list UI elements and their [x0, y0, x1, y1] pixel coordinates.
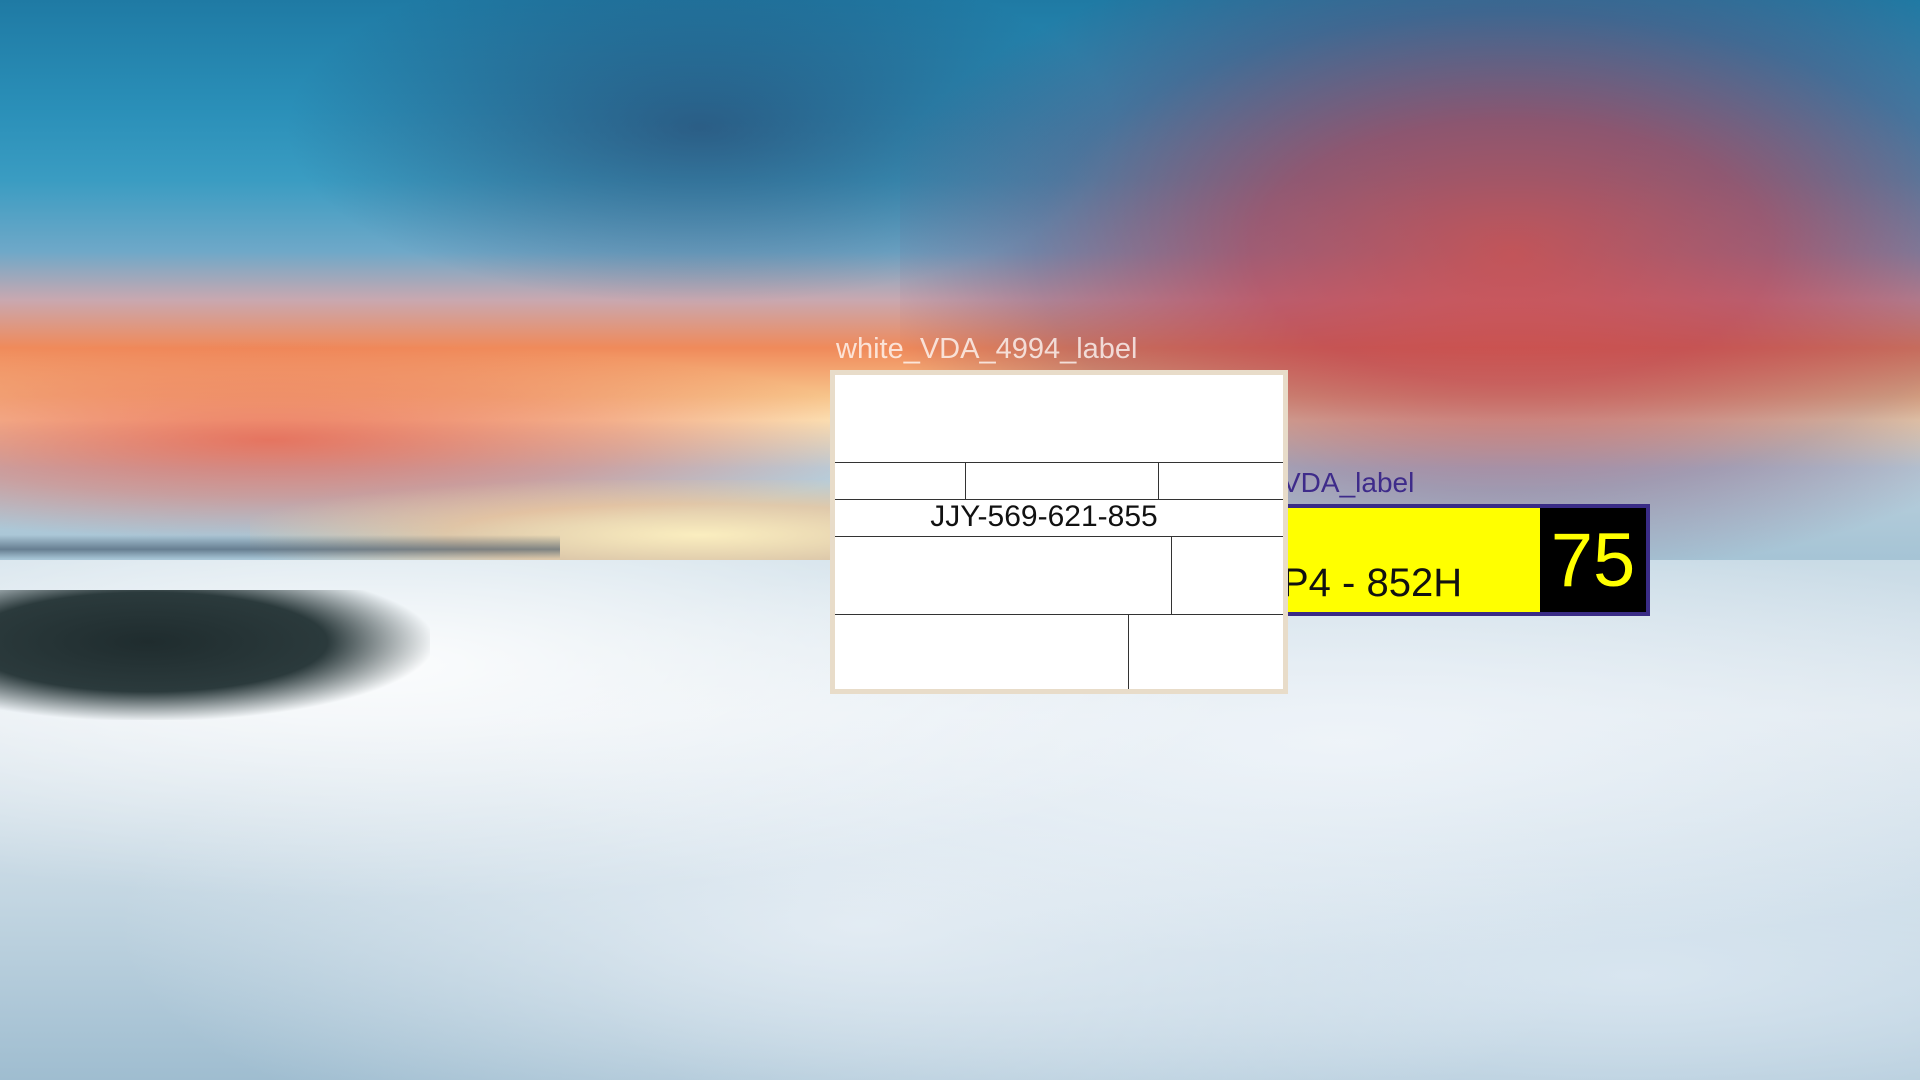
yellow-label-main: P4 - 852H	[1268, 508, 1540, 612]
label-row-5	[835, 614, 1283, 689]
label-row-1	[835, 375, 1283, 463]
label-row-3: JJY-569-621-855	[835, 499, 1283, 537]
yellow-label-code: P4 - 852H	[1282, 561, 1463, 605]
label-cell	[835, 375, 1283, 462]
label-cell	[835, 536, 1172, 614]
yellow-label-caption: VDA_label	[1282, 467, 1415, 498]
label-cell	[835, 462, 966, 499]
label-cell	[835, 614, 1129, 689]
label-cell	[1172, 536, 1283, 614]
label-row-2	[835, 462, 1283, 500]
label-row-4	[835, 536, 1283, 615]
distant-mountains	[0, 535, 560, 559]
white-label-grid: JJY-569-621-855	[835, 375, 1283, 689]
white-vda-4994-label[interactable]: JJY-569-621-855	[830, 370, 1288, 694]
dark-landmass	[0, 590, 430, 720]
label-cell	[1129, 614, 1283, 689]
yellow-label-number: 75	[1540, 508, 1646, 612]
label-cell	[966, 462, 1159, 499]
label-code-text: JJY-569-621-855	[930, 500, 1158, 533]
yellow-vda-label[interactable]: P4 - 852H 75	[1264, 504, 1650, 616]
label-cell	[1159, 462, 1283, 499]
white-label-caption: white_VDA_4994_label	[836, 333, 1138, 365]
